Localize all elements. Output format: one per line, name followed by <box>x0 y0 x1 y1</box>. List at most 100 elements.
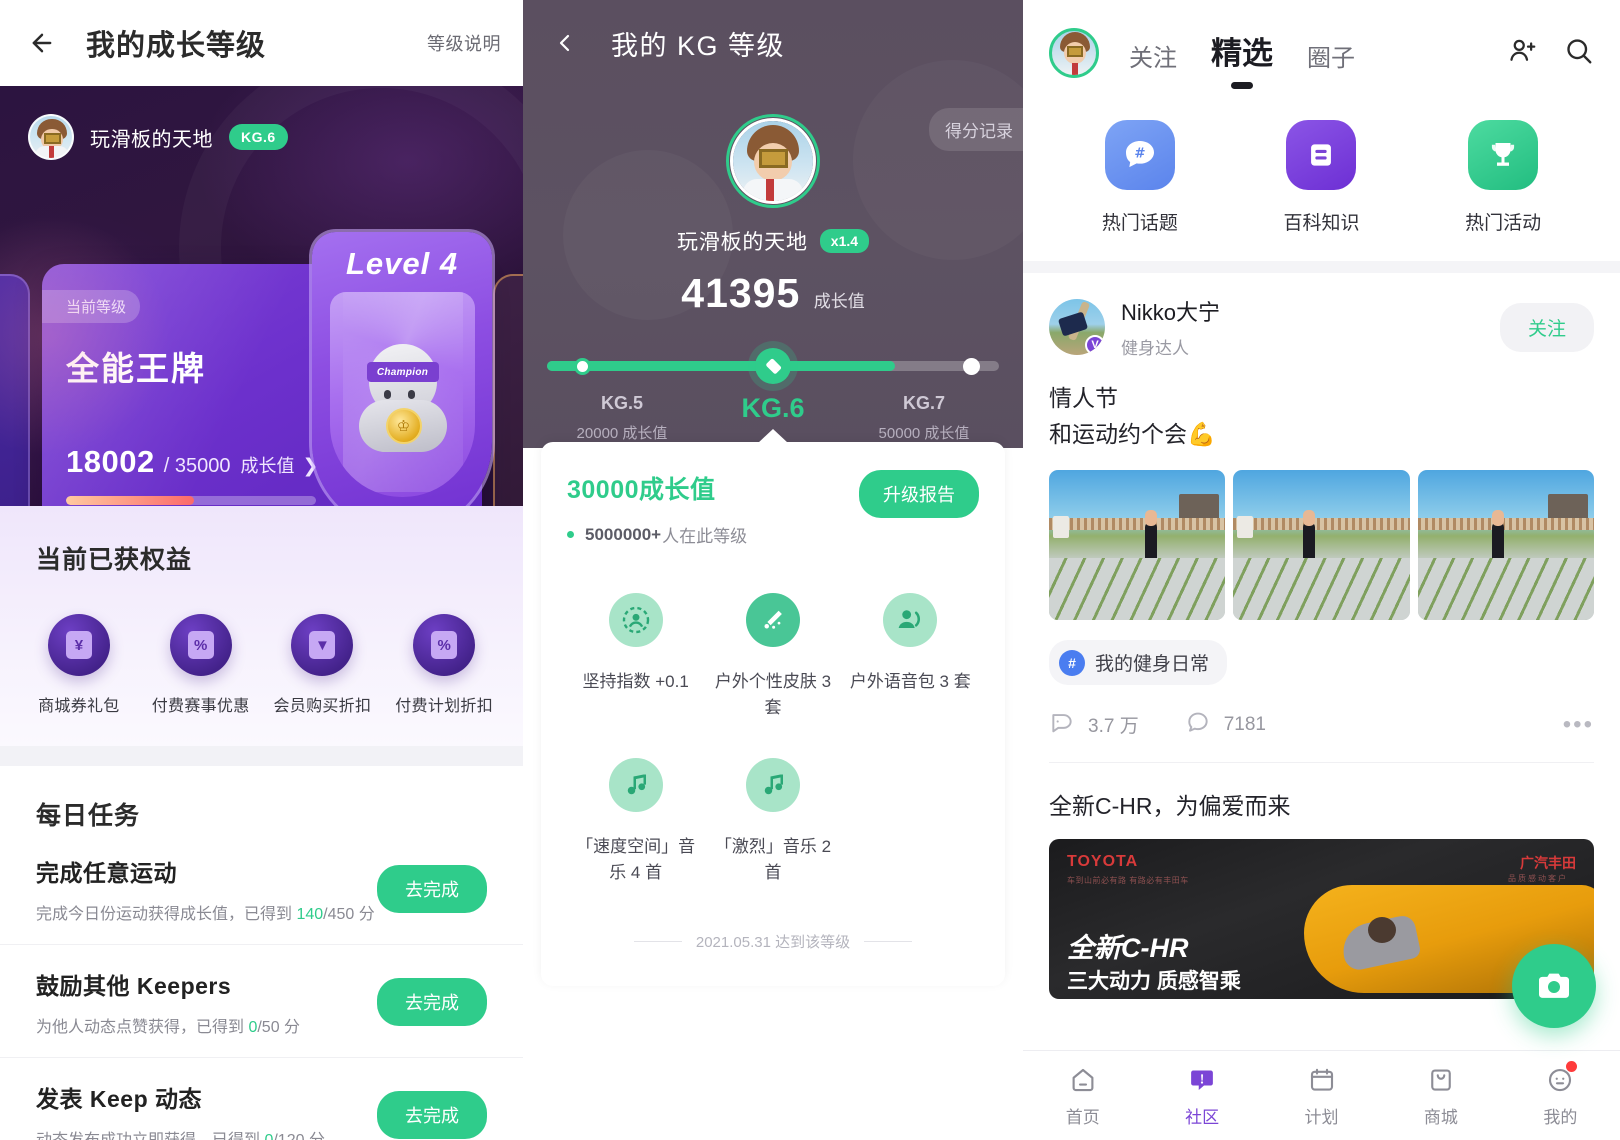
divider-line <box>864 941 913 942</box>
avatar[interactable] <box>1049 28 1099 78</box>
level-card-carousel[interactable]: 当前等级 全能王牌 18002 / 35000 成长值 ❯ 本月还需 16998… <box>0 232 523 506</box>
quick-entry-label: 热门话题 <box>1101 213 1178 234</box>
task-go-button[interactable]: 去完成 <box>377 978 487 1026</box>
benefit-item-plan[interactable]: % 付费计划折扣 <box>389 614 499 716</box>
task-go-button[interactable]: 去完成 <box>377 865 487 913</box>
growth-current: 18002 <box>66 444 155 479</box>
music-note-icon <box>608 758 663 812</box>
perk-item[interactable]: 户外个性皮肤 3 套 <box>704 593 841 720</box>
quick-entry-hot-topics[interactable]: # 热门话题 <box>1065 120 1215 235</box>
task-desc: 为他人动态点赞获得，已得到 0/50 分 <box>36 1019 301 1036</box>
task-row[interactable]: 发表 Keep 动态 动态发布成功立即获得，已得到 0/120 分 去完成 <box>0 1058 523 1140</box>
like-action[interactable]: 3.7 万 <box>1049 709 1139 740</box>
community-feed-screen: 关注 精选 圈子 # 热门话题 百科知识 热门活动 V Nikko大宁 健身达人… <box>1023 0 1620 1140</box>
benefit-label: 付费计划折扣 <box>395 698 494 715</box>
chevron-left-icon[interactable] <box>547 25 583 61</box>
comment-action[interactable]: 7181 <box>1185 709 1266 740</box>
avatar[interactable] <box>726 114 820 208</box>
task-go-button[interactable]: 去完成 <box>377 1091 487 1139</box>
perk-item-empty <box>842 758 979 885</box>
growth-value-row[interactable]: 18002 / 35000 成长值 ❯ <box>66 444 318 480</box>
tab-following[interactable]: 关注 <box>1129 38 1177 79</box>
upgrade-report-button[interactable]: 升级报告 <box>859 470 979 518</box>
more-dots-icon[interactable]: ••• <box>1563 711 1594 739</box>
quick-entry-encyclopedia[interactable]: 百科知识 <box>1246 120 1396 235</box>
search-icon[interactable] <box>1564 36 1594 71</box>
task-row[interactable]: 完成任意运动 完成今日份运动获得成长值，已得到 140/450 分 去完成 <box>0 832 523 945</box>
task-desc: 完成今日份运动获得成长值，已得到 140/450 分 <box>36 906 375 923</box>
prev-level-card-peek[interactable] <box>0 274 30 506</box>
current-level-tag: 当前等级 <box>42 290 141 323</box>
perk-item[interactable]: 坚持指数 +0.1 <box>567 593 704 720</box>
back-arrow-icon[interactable] <box>22 23 62 63</box>
quick-entry-hot-activities[interactable]: 热门活动 <box>1428 120 1578 235</box>
task-row[interactable]: 鼓励其他 Keepers 为他人动态点赞获得，已得到 0/50 分 去完成 <box>0 945 523 1058</box>
quick-entry-label: 热门活动 <box>1465 213 1542 234</box>
benefit-item-event[interactable]: % 付费赛事优惠 <box>146 614 256 716</box>
post-image[interactable] <box>1049 470 1226 621</box>
bottom-nav-shop[interactable]: 商城 <box>1381 1063 1500 1128</box>
post-author-name[interactable]: Nikko大宁 <box>1121 295 1220 327</box>
benefit-label: 会员购买折扣 <box>273 698 372 715</box>
level-progress-track[interactable] <box>547 348 999 384</box>
benefits-section: 当前已获权益 ¥ 商城券礼包 % 付费赛事优惠 ▼ 会员购买折扣 % 付费计划折… <box>0 506 523 746</box>
score-value: 41395 <box>681 270 801 316</box>
perks-grid: 坚持指数 +0.1 户外个性皮肤 3 套 户外语音包 3 套 「速度空间」音乐 … <box>567 593 979 923</box>
panel3-navbar: 关注 精选 圈子 <box>1023 0 1620 106</box>
next-level-card-peek[interactable] <box>493 274 523 506</box>
level-node-kg7[interactable] <box>962 358 980 375</box>
perk-label: 「速度空间」音乐 4 首 <box>576 837 696 882</box>
panel1-navbar: 我的成长等级 等级说明 <box>0 0 523 86</box>
avatar[interactable]: V <box>1049 299 1105 355</box>
benefit-item-member[interactable]: ▼ 会员购买折扣 <box>267 614 377 716</box>
post-image[interactable] <box>1417 470 1594 621</box>
perk-item[interactable]: 「激烈」音乐 2 首 <box>704 758 841 885</box>
hero-user-row[interactable]: 玩滑板的天地 KG.6 <box>0 86 523 160</box>
like-count: 3.7 万 <box>1088 716 1139 738</box>
coin-icon: ♔ <box>385 408 422 444</box>
follow-button[interactable]: 关注 <box>1499 302 1594 352</box>
level-explain-link[interactable]: 等级说明 <box>427 30 501 56</box>
score-row: 41395 成长值 <box>523 270 1023 317</box>
daily-tasks-section: 每日任务 完成任意运动 完成今日份运动获得成长值，已得到 140/450 分 去… <box>0 766 523 1140</box>
level-label-kg5: KG.5 20000 成长值 <box>547 393 697 443</box>
score-record-button[interactable]: 得分记录 <box>929 108 1023 151</box>
task-score: 140 <box>296 906 324 923</box>
calendar-icon <box>1262 1063 1381 1097</box>
screenshot-stage: 我的成长等级 等级说明 玩滑板的天地 KG.6 当前等级 全能王牌 18002 … <box>0 0 1620 1140</box>
perk-item[interactable]: 户外语音包 3 套 <box>842 593 979 720</box>
post-topic-label: 我的健身日常 <box>1095 654 1210 676</box>
post-header: V Nikko大宁 健身达人 关注 <box>1049 295 1594 359</box>
shield-plate: Champion ♔ <box>330 292 475 497</box>
level-node-kg5[interactable] <box>574 358 592 375</box>
post-topic-chip[interactable]: # 我的健身日常 <box>1049 640 1228 686</box>
avatar <box>28 114 74 160</box>
panel2-navbar: 我的 KG 等级 <box>523 0 1023 86</box>
current-level-card[interactable]: 当前等级 全能王牌 18002 / 35000 成长值 ❯ 本月还需 16998… <box>42 232 492 506</box>
hashtag-bubble-icon: # <box>1104 120 1175 190</box>
svg-text:#: # <box>1134 147 1145 162</box>
tab-featured[interactable]: 精选 <box>1211 28 1273 79</box>
quick-entry-label: 百科知识 <box>1283 213 1360 234</box>
benefit-item-coupon[interactable]: ¥ 商城券礼包 <box>24 614 134 716</box>
level-name: KG.6 <box>741 393 805 423</box>
benefits-title: 当前已获权益 <box>36 546 193 574</box>
post-image[interactable] <box>1233 470 1410 621</box>
perk-item[interactable]: 「速度空间」音乐 4 首 <box>567 758 704 885</box>
camera-icon[interactable] <box>1512 944 1596 1028</box>
add-person-icon[interactable] <box>1508 36 1538 71</box>
tab-circles[interactable]: 圈子 <box>1307 38 1355 79</box>
required-growth-value: 30000成长值 <box>567 476 716 504</box>
task-desc: 动态发布成功立即获得，已得到 0/120 分 <box>36 1126 377 1140</box>
bottom-nav-plan[interactable]: 计划 <box>1262 1063 1381 1128</box>
bottom-nav-profile[interactable]: 我的 <box>1501 1061 1620 1128</box>
bottom-nav-community[interactable]: 社区 <box>1142 1063 1261 1128</box>
profile-icon <box>1501 1063 1620 1097</box>
bottom-nav-home[interactable]: 首页 <box>1023 1063 1142 1128</box>
post-text: 情人节 和运动约个会💪 <box>1049 381 1594 452</box>
bottom-nav-label: 商城 <box>1423 1108 1458 1127</box>
page-title: 我的 KG 等级 <box>611 30 786 61</box>
shop-icon <box>1381 1063 1500 1097</box>
perk-label: 户外语音包 3 套 <box>849 672 971 691</box>
current-level-marker-icon[interactable] <box>755 348 791 384</box>
